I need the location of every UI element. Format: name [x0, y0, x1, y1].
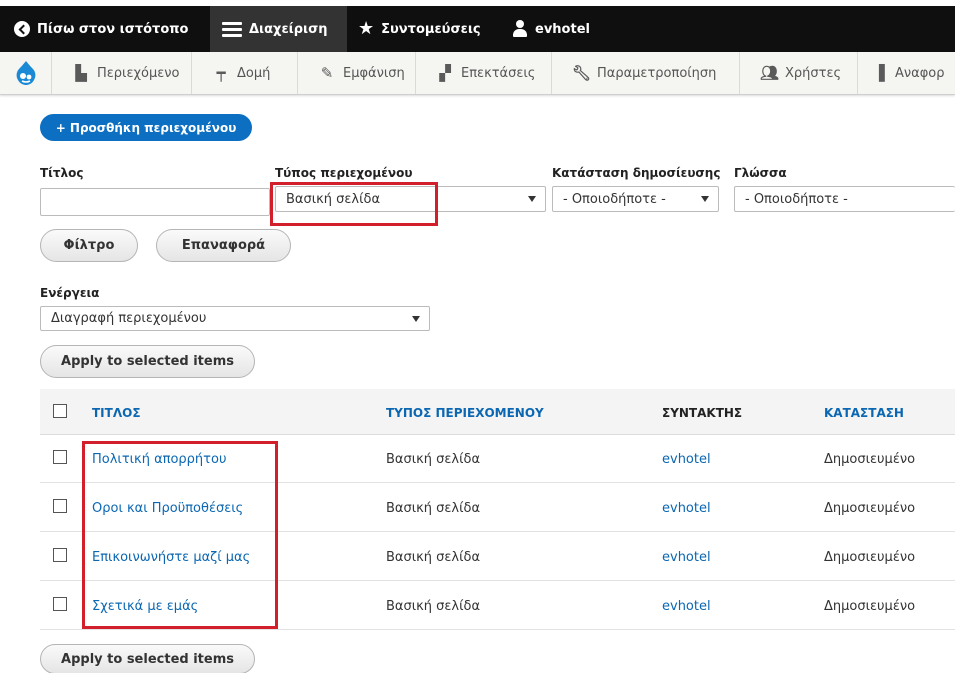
chevron-down-icon [412, 316, 420, 322]
back-to-site-label: Πίσω στον ιστότοπο [37, 21, 189, 37]
apply-button-top[interactable]: Apply to selected items [40, 345, 255, 378]
chevron-down-icon [701, 196, 709, 202]
filter-button[interactable]: Φίλτρο [40, 229, 138, 262]
menu-item-reports-label: Αναφορ [895, 65, 945, 81]
admin-menu: ▙ Περιεχόμενο ┯ Δομή ✎ Εμφάνιση ▞ Επεκτά… [0, 52, 955, 95]
menu-item-content[interactable]: ▙ Περιεχόμενο [52, 52, 192, 94]
menu-item-extend-label: Επεκτάσεις [461, 65, 536, 81]
action-select-value: Διαγραφή περιεχομένου [51, 311, 207, 326]
row-type: Βασική σελίδα [386, 452, 481, 467]
reports-icon: ▐ [873, 64, 885, 82]
status-filter-select[interactable]: - Οποιοδήποτε - [552, 186, 719, 212]
row-status: Δημοσιευμένο [824, 501, 916, 516]
row-author-link[interactable]: evhotel [662, 501, 711, 516]
row-status: Δημοσιευμένο [824, 599, 916, 614]
select-all-checkbox[interactable] [53, 404, 67, 418]
toolbar-shortcuts-label: Συντομεύσεις [381, 21, 481, 37]
apply-button-bottom[interactable]: Apply to selected items [40, 644, 255, 673]
row-author-link[interactable]: evhotel [662, 599, 711, 614]
content-table-header: ΤΙΤΛΟΣ ΤΥΠΟΣ ΠΕΡΙΕΧΟΜΕΝΟΥ ΣΥΝΤΑΚΤΗΣ ΚΑΤΑ… [40, 389, 955, 435]
row-checkbox[interactable] [53, 450, 67, 464]
column-author-header: ΣΥΝΤΑΚΤΗΣ [662, 406, 743, 420]
language-filter-select[interactable]: - Οποιοδήποτε - [734, 186, 955, 212]
language-filter-label: Γλώσσα [734, 166, 787, 180]
drupal-logo[interactable] [0, 52, 52, 94]
toolbar-manage-tab[interactable]: Διαχείριση [210, 6, 347, 52]
action-label: Ενέργεια [40, 286, 100, 300]
menu-icon [222, 21, 242, 37]
people-icon: 👥︎ [760, 64, 780, 82]
menu-item-content-label: Περιεχόμενο [97, 65, 180, 81]
status-filter-label: Κατάσταση δημοσίευσης [552, 166, 721, 180]
toolbar-shortcuts-tab[interactable]: ★ Συντομεύσεις [358, 6, 481, 52]
row-status: Δημοσιευμένο [824, 452, 916, 467]
row-type: Βασική σελίδα [386, 501, 481, 516]
column-type-header[interactable]: ΤΥΠΟΣ ΠΕΡΙΕΧΟΜΕΝΟΥ [386, 406, 544, 420]
column-status-header[interactable]: ΚΑΤΑΣΤΑΣΗ [824, 406, 904, 420]
menu-item-configuration-label: Παραμετροποίηση [597, 65, 717, 81]
menu-item-people[interactable]: 👥︎ Χρήστες [740, 52, 858, 94]
content-type-highlight [270, 182, 438, 226]
back-to-site-link[interactable]: Πίσω στον ιστότοπο [14, 6, 189, 52]
row-type: Βασική σελίδα [386, 599, 481, 614]
reset-button[interactable]: Επαναφορά [156, 229, 291, 262]
menu-item-structure-label: Δομή [237, 65, 271, 81]
action-select[interactable]: Διαγραφή περιεχομένου [40, 306, 430, 331]
row-type: Βασική σελίδα [386, 550, 481, 565]
menu-item-extend[interactable]: ▞ Επεκτάσεις [416, 52, 552, 94]
content-type-label: Τύπος περιεχομένου [275, 166, 413, 180]
row-author-link[interactable]: evhotel [662, 550, 711, 565]
user-icon [512, 20, 528, 38]
chevron-down-icon [528, 196, 536, 202]
row-status: Δημοσιευμένο [824, 550, 916, 565]
menu-item-people-label: Χρήστες [785, 65, 842, 81]
back-arrow-icon [14, 21, 30, 37]
titles-highlight [82, 441, 278, 629]
toolbar-user-label: evhotel [535, 21, 590, 37]
menu-item-appearance[interactable]: ✎ Εμφάνιση [298, 52, 416, 94]
menu-item-reports[interactable]: ▐ Αναφορ [858, 52, 955, 94]
menu-item-configuration[interactable]: 🔧︎ Παραμετροποίηση [552, 52, 740, 94]
toolbar-user-tab[interactable]: evhotel [512, 6, 590, 52]
extend-icon: ▞ [439, 64, 451, 82]
structure-icon: ┯ [216, 64, 226, 82]
wrench-icon: 🔧︎ [572, 64, 592, 82]
row-checkbox[interactable] [53, 548, 67, 562]
title-filter-label: Τίτλος [40, 166, 84, 180]
menu-item-structure[interactable]: ┯ Δομή [192, 52, 298, 94]
column-title-header[interactable]: ΤΙΤΛΟΣ [92, 406, 141, 420]
title-filter-input[interactable] [40, 188, 270, 216]
document-icon: ▙ [75, 64, 87, 82]
add-content-button[interactable]: + Προσθήκη περιεχομένου [40, 114, 252, 141]
row-checkbox[interactable] [53, 597, 67, 611]
drupal-drop-icon [16, 61, 35, 85]
menu-item-appearance-label: Εμφάνιση [343, 65, 405, 81]
star-icon: ★ [358, 18, 375, 39]
toolbar-manage-label: Διαχείριση [249, 21, 328, 37]
row-checkbox[interactable] [53, 499, 67, 513]
status-filter-value: - Οποιοδήποτε - [563, 191, 666, 207]
language-filter-value: - Οποιοδήποτε - [745, 191, 848, 207]
row-author-link[interactable]: evhotel [662, 452, 711, 467]
admin-toolbar: Πίσω στον ιστότοπο Διαχείριση ★ Συντομεύ… [0, 0, 955, 52]
appearance-icon: ✎ [320, 64, 334, 82]
